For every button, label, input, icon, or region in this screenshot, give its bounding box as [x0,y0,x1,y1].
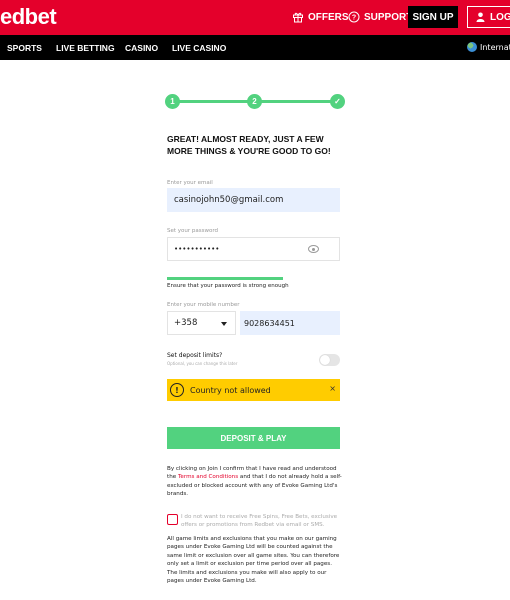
nav-live-betting[interactable]: LIVE BETTING [56,43,115,53]
nav-sports[interactable]: SPORTS [7,43,42,53]
log-in-button[interactable]: LOG IN [467,6,510,28]
sign-up-button[interactable]: SIGN UP [408,6,458,28]
svg-text:?: ? [352,15,356,22]
log-in-label: LOG IN [490,11,510,23]
terms-text: By clicking on Join I confirm that I hav… [167,465,343,499]
email-label: Enter your email [167,180,213,186]
password-value: ••••••••••• [174,245,220,253]
password-strength-bar [167,277,283,280]
caret-down-icon [221,322,227,326]
help-circle-icon: ? [348,11,360,23]
country-alert: ! Country not allowed × [167,379,340,401]
progress-stepper: 1 2 ✓ [165,94,345,109]
country-code-value: +358 [174,318,198,328]
mobile-input[interactable]: 9028634451 [240,311,340,335]
support-link[interactable]: ? SUPPORT [348,11,412,23]
offers-link[interactable]: OFFERS [292,11,349,23]
warning-icon: ! [170,383,184,397]
deposit-limits-subtitle: Optional, you can change this later [167,361,238,366]
password-input[interactable]: ••••••••••• [167,237,340,261]
globe-icon [467,42,477,52]
nav-casino[interactable]: CASINO [125,43,158,53]
offers-label: OFFERS [308,11,349,23]
region-label: International [480,42,510,52]
top-bar: edbet OFFERS ? SUPPORT SIGN UP LOG IN [0,0,510,35]
deposit-and-play-button[interactable]: DEPOSIT & PLAY [167,427,340,449]
deposit-limits-title: Set deposit limits? [167,352,223,359]
terms-link[interactable]: Terms and Conditions [178,474,238,480]
step-connector-2 [255,100,337,103]
step-2: 2 [247,94,262,109]
password-label: Set your password [167,228,219,234]
deposit-limits-toggle[interactable] [319,354,340,366]
redbet-logo[interactable]: edbet [0,4,57,30]
country-code-select[interactable]: +358 [167,311,236,335]
step-1: 1 [165,94,180,109]
email-input[interactable]: casinojohn50@gmail.com [167,188,340,212]
alert-message: Country not allowed [190,385,271,395]
gift-icon [293,12,303,23]
user-icon [476,12,485,22]
region-selector[interactable]: International [467,42,510,52]
main-nav: SPORTS LIVE BETTING CASINO LIVE CASINO I… [0,35,510,60]
step-3-check-icon: ✓ [330,94,345,109]
nav-live-casino[interactable]: LIVE CASINO [172,43,226,53]
marketing-optout-label[interactable]: I do not want to receive Free Spins, Fre… [181,513,341,530]
marketing-optout-checkbox[interactable] [167,514,178,525]
form-heading: GREAT! ALMOST READY, JUST A FEW MORE THI… [167,134,331,156]
step-connector-1 [173,100,255,103]
mobile-label: Enter your mobile number [167,302,240,308]
support-label: SUPPORT [364,11,413,23]
close-icon[interactable]: × [329,384,336,393]
password-strength-hint: Ensure that your password is strong enou… [167,283,289,289]
show-password-icon[interactable] [308,245,319,253]
game-limits-text: All game limits and exclusions that you … [167,536,340,585]
